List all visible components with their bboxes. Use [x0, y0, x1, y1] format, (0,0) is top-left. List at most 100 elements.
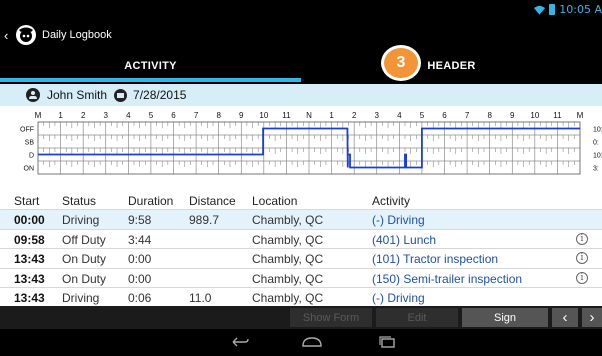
row-status: Off Duty	[62, 232, 106, 247]
row-distance: 989.7	[189, 213, 220, 227]
status-row-total: 3:	[593, 166, 599, 173]
action-bar: ‹ Daily Logbook	[0, 19, 602, 51]
nav-back-icon[interactable]	[229, 336, 249, 348]
status-row-total: 10:	[593, 127, 602, 134]
row-activity[interactable]: (150) Semi-trailer inspection	[372, 272, 522, 286]
next-day-button[interactable]: ›	[582, 308, 602, 327]
row-status: Driving	[62, 213, 100, 227]
row-location: Chambly, QC	[252, 213, 324, 227]
row-status: On Duty	[62, 252, 107, 266]
hour-label: 10	[530, 111, 539, 120]
table-row[interactable]: 13:43 Driving 0:06 11.0 Chambly, QC (-) …	[0, 287, 602, 307]
show-form-button[interactable]: Show Form	[290, 308, 372, 327]
row-activity[interactable]: (-) Driving	[372, 213, 425, 227]
system-nav-bar	[0, 329, 602, 356]
hour-label: 3	[104, 111, 109, 120]
col-duration: Duration	[128, 194, 174, 208]
col-location: Location	[252, 194, 298, 208]
col-start: Start	[14, 194, 40, 208]
hour-label: 9	[239, 111, 244, 120]
wifi-icon	[534, 5, 546, 15]
row-activity[interactable]: (401) Lunch	[372, 233, 436, 247]
tab-activity[interactable]: ACTIVITY	[0, 51, 301, 84]
previous-day-button[interactable]: ‹	[552, 308, 578, 327]
status-row-total: 10:	[593, 153, 602, 160]
driver-name: John Smith	[47, 88, 108, 102]
hour-label: 1	[329, 111, 334, 120]
col-distance: Distance	[189, 194, 236, 208]
activity-list: 00:00 Driving 9:58 989.7 Chambly, QC (-)…	[0, 209, 602, 307]
app-logo-icon[interactable]	[15, 24, 37, 46]
hour-label: 2	[352, 111, 357, 120]
row-location: Chambly, QC	[252, 291, 324, 305]
row-start: 00:00	[14, 213, 45, 227]
row-location: Chambly, QC	[252, 252, 324, 266]
row-status: On Duty	[62, 271, 107, 286]
row-location: Chambly, QC	[252, 232, 324, 247]
hour-label: 1	[58, 111, 63, 120]
user-bar: John Smith 7/28/2015	[0, 84, 602, 106]
table-row[interactable]: 09:58 Off Duty 3:44 Chambly, QC (401) Lu…	[0, 228, 602, 249]
duty-status-graph[interactable]: M 1 2 3 4 5 6 7 8 9 10 11 N 1 2 3 4 5 6 7 8 9 10 11 M OFF 10: SB 0: D…	[0, 106, 602, 188]
info-icon[interactable]: i	[576, 252, 588, 264]
hour-label: 4	[397, 111, 402, 120]
col-status: Status	[62, 194, 97, 208]
hour-label: M	[35, 111, 42, 120]
col-activity: Activity	[372, 194, 411, 208]
step-badge: 3	[381, 45, 421, 81]
bottom-action-bar: Show Form Edit Sign ‹ ›	[0, 306, 602, 329]
table-row[interactable]: 13:43 On Duty 0:00 Chambly, QC (101) Tra…	[0, 248, 602, 268]
status-bar: 10:05 A	[0, 0, 602, 19]
battery-icon	[549, 4, 556, 15]
hour-label: 5	[420, 111, 425, 120]
row-duration: 0:00	[128, 271, 152, 286]
nav-recents-icon[interactable]	[377, 336, 397, 348]
edit-button[interactable]: Edit	[376, 308, 458, 327]
row-start: 09:58	[14, 232, 45, 247]
row-activity[interactable]: (101) Tractor inspection	[372, 252, 498, 266]
row-distance: 11.0	[189, 291, 212, 305]
tab-activity-label: ACTIVITY	[124, 59, 177, 72]
back-arrow-icon[interactable]: ‹	[4, 28, 14, 43]
hour-label: 11	[282, 111, 291, 120]
table-row[interactable]: 13:43 On Duty 0:00 Chambly, QC (150) Sem…	[0, 267, 602, 288]
hour-label: 8	[487, 111, 492, 120]
row-start: 13:43	[14, 291, 45, 305]
hour-label: 6	[171, 111, 176, 120]
table-row[interactable]: 00:00 Driving 9:58 989.7 Chambly, QC (-)…	[0, 209, 602, 229]
calendar-icon	[114, 88, 128, 102]
hour-label: 2	[81, 111, 86, 120]
row-duration: 0:06	[128, 291, 152, 305]
tab-header-label: HEADER	[427, 59, 476, 72]
hour-label: 7	[194, 111, 199, 120]
row-duration: 3:44	[128, 232, 152, 247]
hour-label: 8	[216, 111, 221, 120]
log-date[interactable]: 7/28/2015	[133, 88, 186, 102]
row-start: 13:43	[14, 252, 45, 266]
status-row-label: OFF	[20, 127, 34, 134]
row-activity[interactable]: (-) Driving	[372, 291, 425, 305]
driver-icon	[26, 88, 40, 102]
status-row-label: D	[29, 153, 34, 160]
hour-label: 6	[442, 111, 447, 120]
hour-label: 3	[375, 111, 380, 120]
info-icon[interactable]: i	[576, 271, 588, 284]
hour-label: 4	[126, 111, 131, 120]
nav-home-icon[interactable]	[301, 336, 323, 348]
hour-label: 10	[259, 111, 268, 120]
hour-label: N	[306, 111, 312, 120]
hour-label: 7	[465, 111, 470, 120]
tab-header[interactable]: HEADER	[301, 51, 602, 84]
info-icon[interactable]: i	[576, 232, 588, 245]
app-title: Daily Logbook	[42, 29, 112, 41]
status-row-label: ON	[24, 166, 35, 173]
row-duration: 0:00	[128, 252, 152, 266]
table-header: Start Status Duration Distance Location …	[0, 192, 602, 209]
tab-bar: ACTIVITY HEADER	[0, 51, 602, 84]
hour-label: 5	[149, 111, 154, 120]
row-location: Chambly, QC	[252, 271, 324, 286]
sign-button[interactable]: Sign	[462, 308, 548, 327]
hour-label: M	[577, 111, 584, 120]
row-duration: 9:58	[128, 213, 152, 227]
hour-label: 11	[553, 111, 562, 120]
